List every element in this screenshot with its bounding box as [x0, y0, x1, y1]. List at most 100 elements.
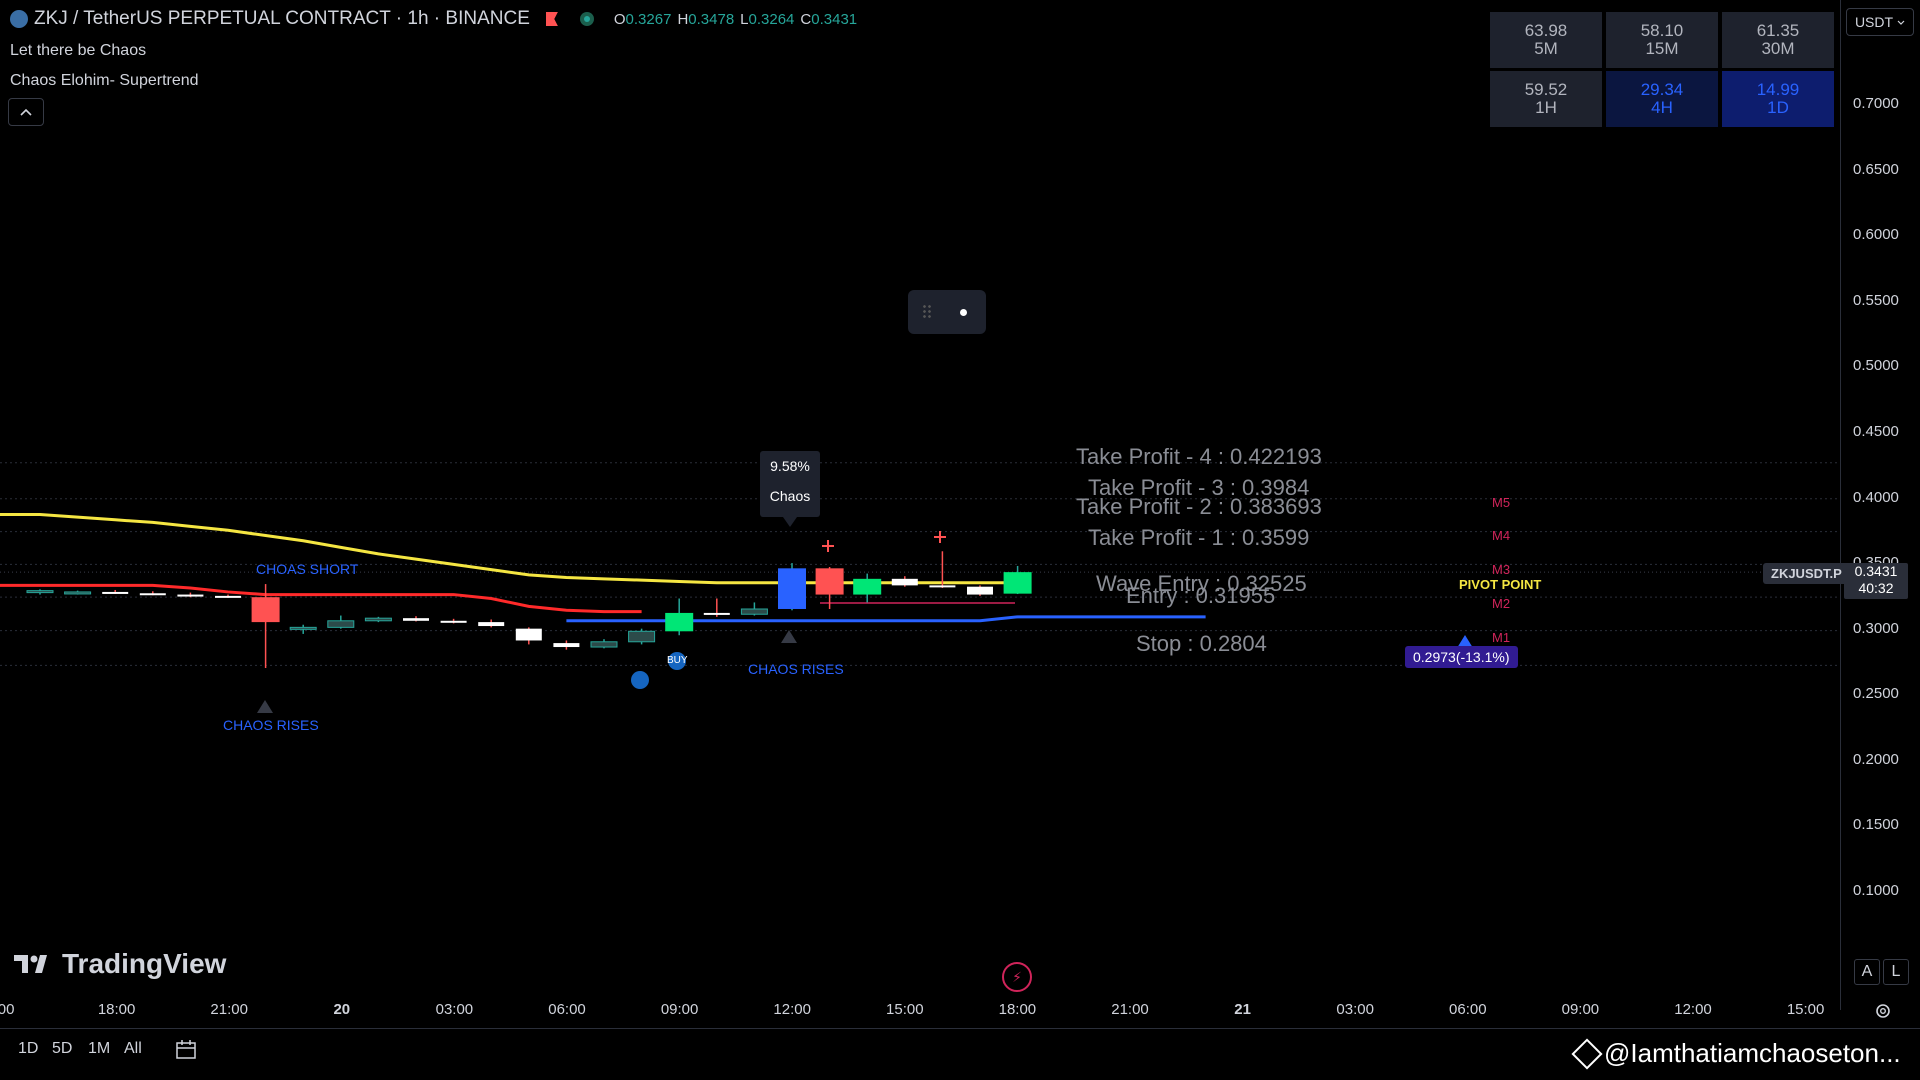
buy-label: BUY — [667, 655, 688, 666]
candle-body — [853, 578, 882, 595]
range-all-button[interactable]: All — [124, 1040, 142, 1058]
candle-body — [215, 595, 241, 598]
take-profit-4-label: Take Profit - 4 : 0.422193 — [1076, 444, 1322, 469]
time-tick: 06:00 — [1449, 1001, 1487, 1018]
chaos-rises-label: CHAOS RISES — [223, 717, 319, 733]
time-tick: 06:00 — [548, 1001, 586, 1018]
cross-marker — [934, 531, 946, 543]
cross-marker — [822, 540, 834, 552]
time-tick: 09:00 — [660, 1001, 699, 1018]
entry-label: Entry : 0.31955 — [1126, 583, 1276, 608]
chaos-rises-marker — [257, 700, 273, 713]
currency-label: USDT — [1854, 14, 1894, 30]
candle-body — [590, 641, 618, 648]
tradingview-logo-icon — [14, 955, 47, 973]
time-tick: 18:00 — [998, 1001, 1037, 1018]
candle-body — [64, 591, 92, 595]
time-tick: 20 — [333, 1001, 351, 1018]
tooltip-pointer — [783, 517, 797, 527]
tooltip-percent: 9.58% — [770, 458, 810, 474]
candle-body — [478, 622, 505, 627]
candle-body — [364, 617, 392, 622]
candle-body — [26, 590, 54, 594]
time-tick: 09:00 — [1561, 1001, 1600, 1018]
price-tick: 0.4500 — [1853, 422, 1899, 440]
time-tick: 12:00 — [773, 1001, 811, 1018]
candle-body — [139, 593, 166, 596]
date-range-icon[interactable] — [174, 1038, 200, 1062]
time-tick: :00 — [0, 1001, 15, 1018]
candle-body — [740, 608, 768, 615]
m3-label: M3 — [1492, 562, 1511, 577]
time-tick: 18:00 — [97, 1001, 136, 1018]
price-tick: 0.5000 — [1853, 357, 1899, 375]
time-tick: 15:00 — [1786, 1001, 1825, 1018]
brand-name: TradingView — [62, 948, 227, 979]
watermark: @Iamthatiamchaoseton... — [1571, 1037, 1901, 1070]
price-tick: 0.4000 — [1853, 488, 1899, 506]
time-tick: 15:00 — [886, 1001, 924, 1018]
candle-body — [440, 620, 467, 623]
price-tick: 0.2500 — [1853, 685, 1899, 703]
candle-body — [967, 586, 993, 595]
take-profit-2-label: Take Profit - 2 : 0.383693 — [1076, 494, 1322, 519]
binance-icon — [1571, 1037, 1603, 1070]
m1-label: M1 — [1492, 630, 1511, 645]
time-tick: 03:00 — [435, 1001, 474, 1018]
tooltip-name: Chaos — [769, 488, 811, 504]
price-tick: 0.3000 — [1853, 619, 1899, 637]
bar-countdown: 40:32 — [1858, 580, 1894, 596]
time-tick: 21 — [1234, 1001, 1251, 1018]
range-5d-button[interactable]: 5D — [52, 1040, 72, 1058]
candle-body — [703, 612, 730, 615]
range-1m-button[interactable]: 1M — [88, 1040, 110, 1058]
symbol-price-tag: ZKJUSDT.P — [1763, 563, 1850, 584]
price-tick: 0.1500 — [1853, 816, 1899, 834]
auto-scale-button[interactable]: A — [1854, 959, 1880, 985]
candle-body — [102, 591, 129, 594]
lightning-icon[interactable]: ⚡ — [1002, 962, 1032, 992]
last-price: 0.3431 — [1854, 563, 1898, 579]
stop-label: Stop : 0.2804 — [1136, 631, 1267, 656]
price-chart[interactable] — [0, 0, 1840, 1000]
take-profit-1-label: Take Profit - 1 : 0.3599 — [1088, 525, 1310, 550]
currency-select[interactable]: USDT — [1846, 8, 1914, 36]
price-tick: 0.7000 — [1853, 95, 1899, 112]
candle-body — [1003, 572, 1032, 594]
time-tick: 03:00 — [1336, 1001, 1374, 1018]
tradingview-logo[interactable]: TradingView — [14, 948, 226, 980]
candle-body — [778, 568, 806, 609]
price-tick: 0.6500 — [1853, 160, 1899, 178]
m4-label: M4 — [1492, 528, 1511, 543]
settings-icon[interactable] — [1872, 1000, 1894, 1022]
candle-body — [403, 618, 429, 621]
candle-body — [289, 626, 317, 630]
supertrend-down-line — [0, 583, 642, 614]
time-tick: 21:00 — [210, 1001, 248, 1018]
supertrend-up-line — [566, 615, 1206, 623]
price-tick: 0.5500 — [1853, 291, 1899, 309]
time-tick: 12:00 — [1674, 1001, 1712, 1018]
candle-body — [553, 643, 580, 648]
candle-body — [515, 628, 542, 641]
choas-short-label: CHOAS SHORT — [256, 561, 359, 577]
range-1d-button[interactable]: 1D — [18, 1040, 38, 1058]
chaos-rises-marker — [781, 630, 797, 643]
log-scale-button[interactable]: L — [1883, 959, 1909, 985]
candle-body — [929, 585, 956, 588]
candle-body — [815, 568, 844, 595]
chevron-down-icon — [1897, 20, 1905, 25]
buy-signal-dot — [631, 671, 649, 689]
watermark-text: @Iamthatiamchaoseton... — [1604, 1038, 1901, 1068]
pivot-price-badge[interactable]: 0.2973(-13.1%) — [1405, 646, 1518, 668]
candle-body — [177, 594, 204, 597]
price-tick: 0.6000 — [1853, 226, 1899, 244]
price-tick: 0.1000 — [1853, 882, 1899, 899]
time-tick: 21:00 — [1111, 1001, 1149, 1018]
chaos-rises-label: CHAOS RISES — [748, 661, 844, 677]
m2-label: M2 — [1492, 596, 1511, 611]
chaos-tooltip: 9.58% Chaos — [760, 451, 820, 517]
candle-body — [628, 630, 656, 643]
m5-label: M5 — [1492, 495, 1511, 510]
candle-body — [251, 597, 280, 623]
